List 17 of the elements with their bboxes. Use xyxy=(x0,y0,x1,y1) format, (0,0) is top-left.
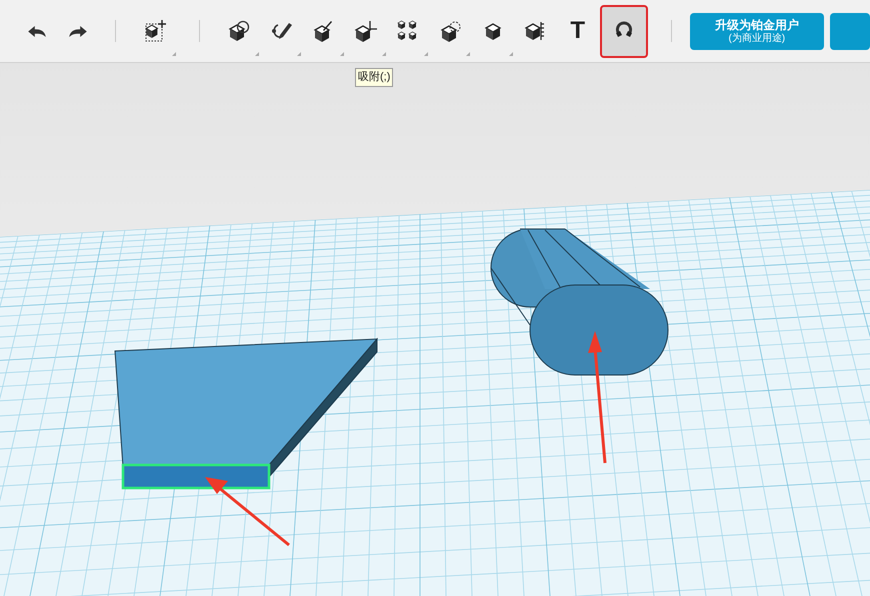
cube-dashed-circle-icon xyxy=(438,19,463,43)
dropdown-corner-icon xyxy=(424,52,428,56)
toolbar-button[interactable]: T xyxy=(558,4,598,58)
dropdown-corner-icon xyxy=(297,52,302,56)
undo-icon xyxy=(28,26,46,36)
toolbar-button[interactable] xyxy=(600,4,648,58)
tooltip: 吸附(;) xyxy=(355,68,394,86)
cube-axes-icon xyxy=(354,19,378,43)
cube-circle-icon xyxy=(227,19,252,43)
dropdown-corner-icon xyxy=(508,52,513,56)
redo-icon xyxy=(68,26,87,36)
cube-move-icon xyxy=(144,19,168,43)
dropdown-corner-icon xyxy=(172,52,176,56)
dropdown-corner-icon xyxy=(254,52,259,56)
dropdown-corner-icon xyxy=(466,52,470,56)
dropdown-corner-icon xyxy=(340,52,344,56)
dropdown-corner-icon xyxy=(382,52,386,56)
